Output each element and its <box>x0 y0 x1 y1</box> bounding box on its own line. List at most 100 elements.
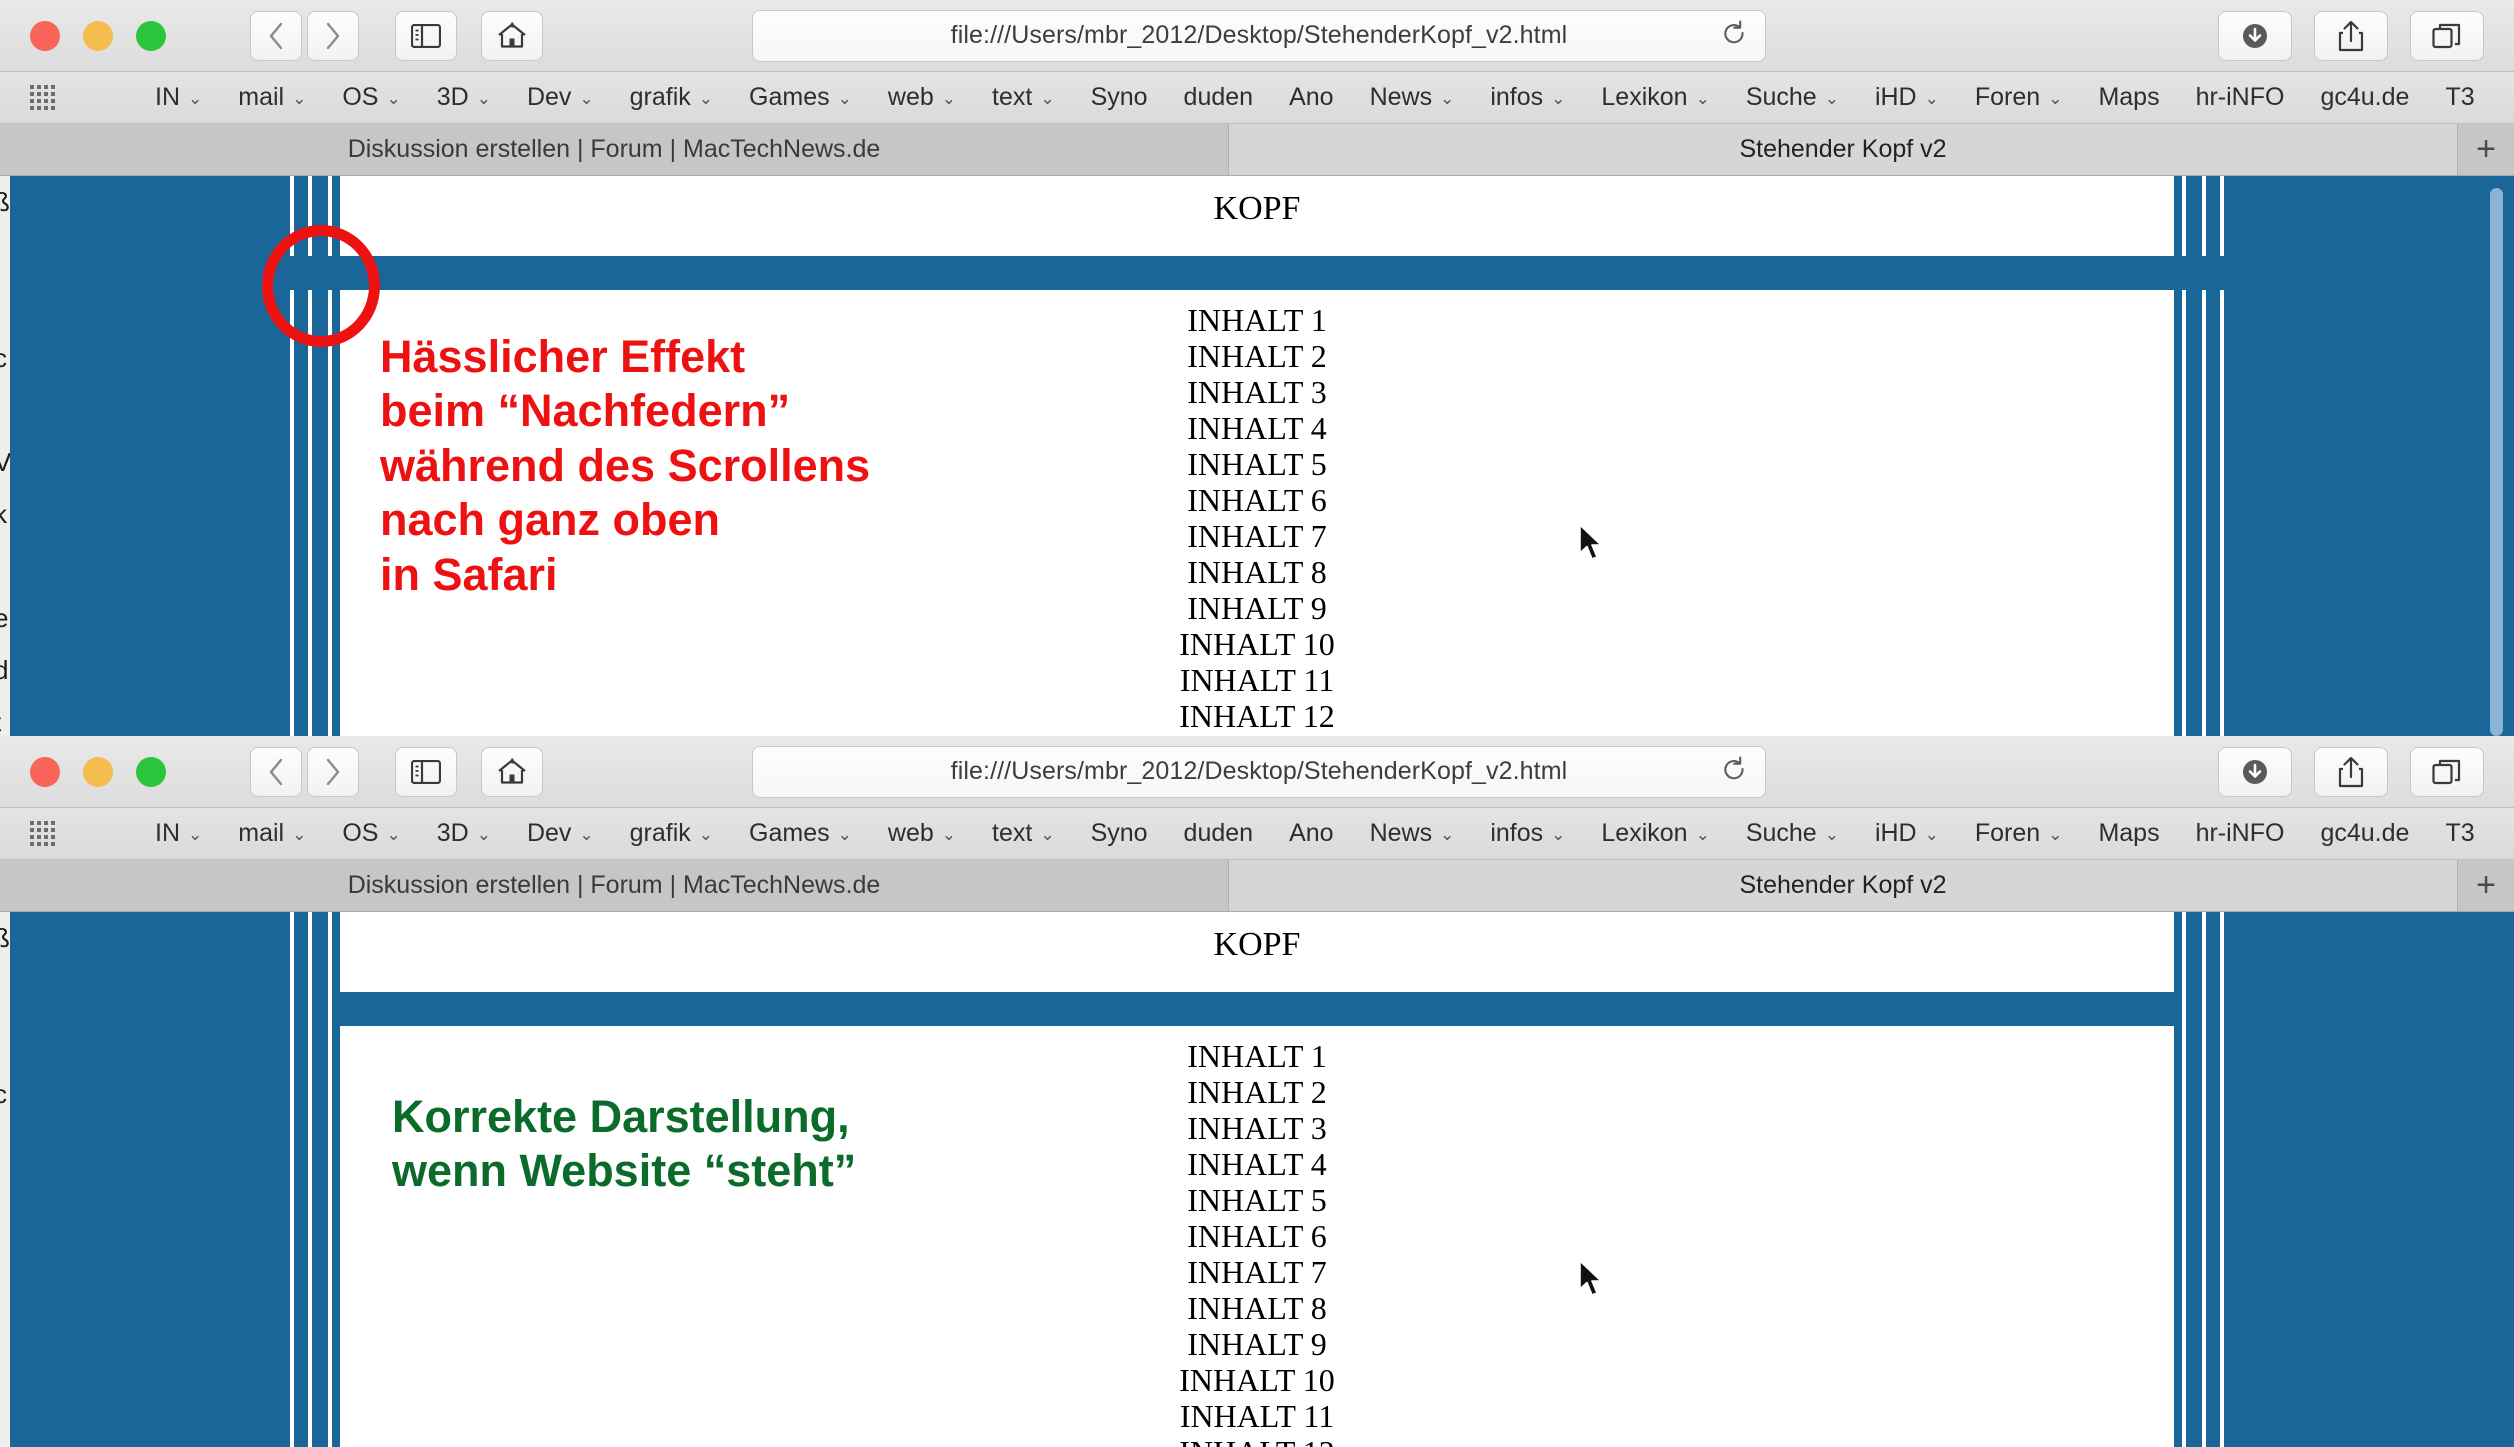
sidebar-toggle-button[interactable] <box>395 10 457 61</box>
tab-stehender-kopf[interactable]: Stehender Kopf v2 <box>1229 124 2458 175</box>
share-button[interactable] <box>2314 10 2388 61</box>
bookmark-foren[interactable]: Foren ⌄ <box>1975 819 2063 848</box>
new-tab-button[interactable]: + <box>2458 860 2514 911</box>
bookmark-lexikon[interactable]: Lexikon ⌄ <box>1601 83 1709 112</box>
decor-stripe <box>2220 912 2224 1447</box>
bookmark-suche[interactable]: Suche ⌄ <box>1746 83 1839 112</box>
bookmark-foren[interactable]: Foren ⌄ <box>1975 83 2063 112</box>
bookmark-ano[interactable]: Ano <box>1289 819 1333 848</box>
bookmark-news[interactable]: News ⌄ <box>1370 83 1455 112</box>
minimize-button[interactable] <box>83 756 113 787</box>
bookmark-web[interactable]: web ⌄ <box>888 819 956 848</box>
bookmark-text[interactable]: text ⌄ <box>992 83 1055 112</box>
bookmark-infos[interactable]: infos ⌄ <box>1490 83 1565 112</box>
bookmark-syno[interactable]: Syno <box>1091 819 1148 848</box>
bookmark-mail[interactable]: mail ⌄ <box>238 83 306 112</box>
close-button[interactable] <box>30 20 60 51</box>
bookmark-in[interactable]: IN ⌄ <box>155 819 202 848</box>
bookmark-web[interactable]: web ⌄ <box>888 83 956 112</box>
bookmark-maps[interactable]: Maps <box>2098 83 2159 112</box>
bookmark-t3[interactable]: T3 <box>2445 83 2474 112</box>
bookmark-ano[interactable]: Ano <box>1289 83 1333 112</box>
bookmark-ihd[interactable]: iHD ⌄ <box>1875 83 1939 112</box>
bookmark-infos[interactable]: infos ⌄ <box>1490 819 1565 848</box>
bookmark-text[interactable]: text ⌄ <box>992 819 1055 848</box>
bookmark-in[interactable]: IN ⌄ <box>155 83 202 112</box>
chevron-left-icon <box>269 758 283 785</box>
bookmark-duden[interactable]: duden <box>1184 83 1254 112</box>
bookmark-suche[interactable]: Suche ⌄ <box>1746 819 1839 848</box>
tab-mactechnews[interactable]: Diskussion erstellen | Forum | MacTechNe… <box>0 124 1229 175</box>
tab-overview-icon <box>2432 23 2461 48</box>
new-tab-button[interactable]: + <box>2458 124 2514 175</box>
bookmark-grafik[interactable]: grafik ⌄ <box>630 83 713 112</box>
forward-button[interactable] <box>307 746 359 797</box>
bookmark-syno[interactable]: Syno <box>1091 83 1148 112</box>
tab-overview-button[interactable] <box>2410 10 2484 61</box>
close-button[interactable] <box>30 756 60 787</box>
bookmark-mail[interactable]: mail ⌄ <box>238 819 306 848</box>
bookmark-3d[interactable]: 3D ⌄ <box>437 819 491 848</box>
bookmark-lexikon[interactable]: Lexikon ⌄ <box>1601 819 1709 848</box>
bookmark-games[interactable]: Games ⌄ <box>749 819 852 848</box>
chevron-down-icon: ⌄ <box>941 824 957 844</box>
safari-window-bottom: file:///Users/mbr_2012/Desktop/Stehender… <box>0 736 2514 1447</box>
tab-mactechnews[interactable]: Diskussion erstellen | Forum | MacTechNe… <box>0 860 1229 911</box>
downloads-icon <box>2243 23 2267 48</box>
zoom-button[interactable] <box>136 20 166 51</box>
downloads-button[interactable] <box>2218 10 2292 61</box>
bookmark-label: Maps <box>2098 819 2160 847</box>
bookmark-label: 3D <box>436 819 469 847</box>
address-bar[interactable]: file:///Users/mbr_2012/Desktop/Stehender… <box>752 745 1766 798</box>
bookmark-maps[interactable]: Maps <box>2098 819 2159 848</box>
sliver-text: ß l i c <box>0 923 10 1109</box>
bookmark-label: iHD <box>1874 83 1917 111</box>
share-button[interactable] <box>2314 746 2388 797</box>
bookmark-duden[interactable]: duden <box>1184 819 1254 848</box>
bookmark-label: grafik <box>629 83 691 111</box>
forward-button[interactable] <box>307 10 359 61</box>
downloads-button[interactable] <box>2218 746 2292 797</box>
bookmark-news[interactable]: News ⌄ <box>1370 819 1455 848</box>
chevron-down-icon: ⌄ <box>386 88 401 108</box>
bookmark-games[interactable]: Games ⌄ <box>749 83 852 112</box>
page-scrollbar[interactable] <box>2490 188 2503 736</box>
bookmark-label: infos <box>1490 83 1544 111</box>
bookmark-ihd[interactable]: iHD ⌄ <box>1875 819 1939 848</box>
page-header-rule-wrap <box>278 256 2236 290</box>
address-bar[interactable]: file:///Users/mbr_2012/Desktop/Stehender… <box>752 9 1766 62</box>
sidebar-toggle-button[interactable] <box>395 746 457 797</box>
minimize-button[interactable] <box>83 20 113 51</box>
home-button[interactable] <box>481 746 543 797</box>
home-icon <box>498 758 526 784</box>
bookmark-dev[interactable]: Dev ⌄ <box>527 83 594 112</box>
reload-button[interactable] <box>1721 19 1747 52</box>
back-button[interactable] <box>250 746 302 797</box>
bookmark-os[interactable]: OS ⌄ <box>342 819 400 848</box>
reload-button[interactable] <box>1721 755 1747 788</box>
bookmark-os[interactable]: OS ⌄ <box>342 83 400 112</box>
favorites-grid-icon[interactable] <box>30 821 55 846</box>
bookmark-label: Suche <box>1745 819 1817 847</box>
favorites-grid-icon[interactable] <box>30 85 55 110</box>
new-tab-label: + <box>2476 130 2496 168</box>
bookmark-3d[interactable]: 3D ⌄ <box>437 83 491 112</box>
tab-overview-button[interactable] <box>2410 746 2484 797</box>
back-button[interactable] <box>250 10 302 61</box>
bookmark-t3[interactable]: T3 <box>2445 819 2474 848</box>
bookmark-gc4u[interactable]: gc4u.de <box>2320 819 2409 848</box>
address-bar-url: file:///Users/mbr_2012/Desktop/Stehender… <box>950 21 1568 49</box>
bookmarks-bar: IN ⌄ mail ⌄ OS ⌄ 3D ⌄ Dev ⌄ grafik ⌄ Games ⌄ we… <box>0 72 2514 124</box>
tab-stehender-kopf[interactable]: Stehender Kopf v2 <box>1229 860 2458 911</box>
decor-stripe <box>328 912 332 1447</box>
zoom-button[interactable] <box>136 756 166 787</box>
bookmark-gc4u[interactable]: gc4u.de <box>2320 83 2409 112</box>
bookmark-label: duden <box>1183 819 1254 847</box>
home-button[interactable] <box>481 10 543 61</box>
bookmark-hr-info[interactable]: hr-iNFO <box>2196 83 2285 112</box>
bookmark-label: Foren <box>1974 819 2041 847</box>
bookmark-dev[interactable]: Dev ⌄ <box>527 819 594 848</box>
tab-label: Diskussion erstellen | Forum | MacTechNe… <box>347 135 881 163</box>
bookmark-hr-info[interactable]: hr-iNFO <box>2196 819 2285 848</box>
bookmark-grafik[interactable]: grafik ⌄ <box>630 819 713 848</box>
